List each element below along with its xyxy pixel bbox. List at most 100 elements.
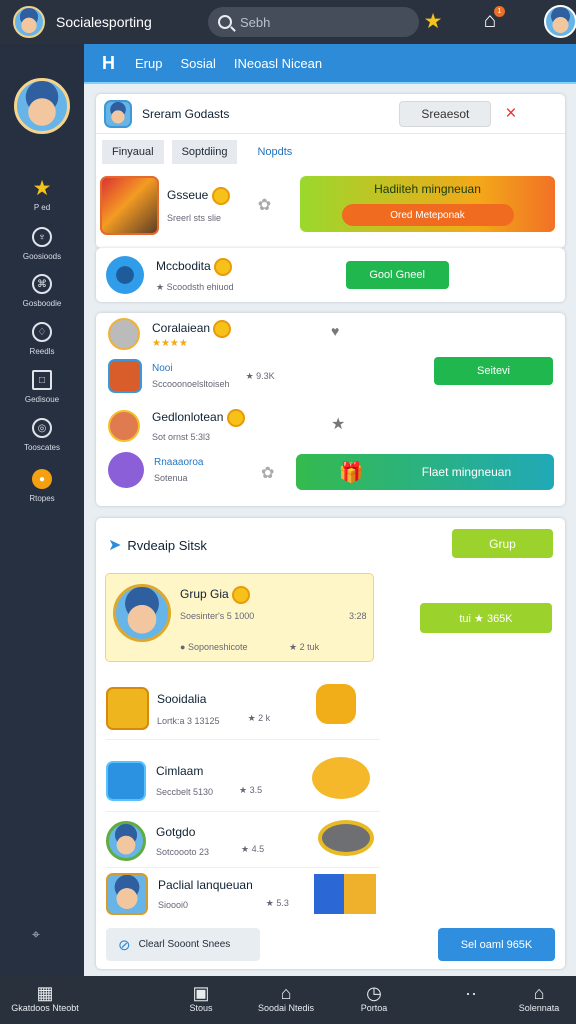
sidebar-item-label: Gedisoue: [24, 395, 60, 404]
item-title: Nooi: [152, 363, 173, 374]
tab-rewards[interactable]: INeoasl Nicean: [234, 56, 322, 71]
coin-icon: [211, 187, 230, 205]
filter-popular[interactable]: Finyaual: [102, 140, 164, 164]
recent-button[interactable]: ⊘ Clearl Sooont Snees: [106, 928, 260, 961]
ball-icon: [106, 256, 144, 294]
banner-title: Flaet mingneuan: [421, 465, 512, 479]
item-title: Sooidalia: [157, 691, 207, 706]
top-bar: Socialesporting Sebh ★ ⌂ 1: [0, 0, 576, 44]
search-icon: [218, 15, 232, 29]
gift-coins-icon: [314, 874, 376, 914]
panel-title: Rvdeaip Sitsk: [127, 537, 207, 553]
sidebar-avatar[interactable]: [14, 78, 70, 134]
banner-title: Hadiiteh mingneuan: [374, 182, 481, 196]
app-logo[interactable]: H: [102, 53, 115, 74]
dashboard-icon: ▦: [36, 983, 54, 1003]
item-meta: Sotcoooto 23: [156, 846, 210, 857]
points-button[interactable]: tui ★ 365K: [420, 603, 552, 633]
main-content: Sreram Godasts Sreaesot × Finyaual Soptd…: [84, 84, 576, 976]
main-tabs: H Erup Sosial INeoasl Nicean: [84, 44, 576, 84]
match-card: Mccbodita ★ Scoodsth ehiuod Gool Gneel: [96, 248, 565, 302]
gold-coin-icon: [316, 684, 356, 724]
sidebar-item-favorites[interactable]: ★ P ed: [0, 176, 84, 213]
sidebar-item-label: Tooscates: [23, 443, 61, 452]
item-title: Rnaaaoroa: [154, 457, 204, 468]
featured-card[interactable]: Grup Gia Soesinter's 5 1000 3:28 ● Sopon…: [105, 573, 374, 662]
nav-profile[interactable]: ⌂ Solennata: [494, 983, 576, 1013]
list-item[interactable]: Coralaiean ★★★★: [108, 318, 232, 350]
item-meta: Lortk:a 3 13125: [157, 715, 220, 726]
star-outline-icon[interactable]: ✿: [258, 195, 271, 215]
sidebar-item-trophies[interactable]: ♆ Goosioods: [0, 227, 84, 261]
star-outline-icon[interactable]: ★: [331, 414, 345, 434]
profile-icon: ⌂: [533, 983, 545, 1003]
target-icon: ◎: [32, 418, 52, 438]
item-time: 3:28: [349, 611, 367, 621]
nav-social[interactable]: ⌂ Soodai Ntedis: [241, 983, 331, 1013]
calendar-icon: [106, 760, 146, 801]
filter-news[interactable]: Nopdts: [247, 140, 302, 164]
item-subtitle: Scoodsth ehiuod: [166, 281, 234, 292]
total-button[interactable]: Sel oaml 965K: [438, 928, 555, 961]
search-input[interactable]: Sebh: [208, 7, 419, 37]
nav-status[interactable]: ▣ Stous: [156, 983, 246, 1013]
gift-banner[interactable]: Hadiiteh mingneuan Ored Meteponak: [300, 176, 555, 232]
sidebar-item-groups[interactable]: ⌘ Gosboodie: [0, 274, 84, 308]
item-title: Gsseue: [167, 188, 209, 203]
blue-flag-icon: ➤: [108, 537, 122, 554]
featured-avatar: [113, 584, 171, 642]
notification-icon[interactable]: ⌂ 1: [477, 6, 505, 34]
sidebar-item-streaks[interactable]: ● Rtopes: [0, 469, 84, 503]
select-button[interactable]: Seitevi: [434, 357, 553, 385]
sidebar-item-calendar[interactable]: □ Gedisoue: [0, 370, 84, 404]
item-subtitle: Sreerl sts slie: [167, 213, 222, 223]
sidebar-item-rewards[interactable]: ♢ Reedls: [0, 322, 84, 356]
list-item[interactable]: Gsseue Sreerl sts slie ✿ Hadiiteh mingne…: [96, 170, 565, 240]
score: 2 k: [258, 713, 271, 723]
banner-button[interactable]: Ored Meteponak: [341, 204, 514, 226]
coin-icon: [213, 319, 232, 338]
close-icon[interactable]: ×: [505, 103, 516, 125]
filter-sporting[interactable]: Soptdiing: [171, 140, 238, 164]
link-icon: ⊘: [118, 936, 131, 954]
avatar: [106, 873, 148, 915]
home-icon: ⌂: [280, 983, 292, 1003]
sidebar-item-targets[interactable]: ◎ Tooscates: [0, 418, 84, 452]
score: 5.3: [276, 897, 289, 908]
join-button[interactable]: Gool Gneel: [345, 261, 449, 289]
group-button[interactable]: Grup: [452, 529, 553, 558]
coin-icon: [226, 409, 245, 427]
list-item[interactable]: Gedlonlotean Sot ornst 5:3l3: [108, 409, 245, 442]
stream-panel: Sreram Godasts Sreaesot × Finyaual Soptd…: [96, 94, 565, 248]
avatar: [106, 820, 146, 861]
shield-icon: ♢: [32, 322, 52, 342]
rating: ★★★★: [152, 337, 188, 349]
settings-icon[interactable]: ⌖: [32, 926, 40, 943]
sidebar: ★ P ed ♆ Goosioods ⌘ Gosboodie ♢ Reedls □ Ged…: [0, 44, 84, 976]
item-subtitle: Soesinter's 5 1000: [180, 611, 255, 621]
calendar-icon: □: [32, 370, 52, 390]
coins-icon: [312, 757, 370, 799]
list-item[interactable]: Rnaaaoroa Sotenua: [108, 452, 203, 488]
star-icon[interactable]: ★: [420, 8, 446, 34]
user-avatar[interactable]: [13, 6, 45, 38]
notification-badge: 1: [494, 6, 505, 17]
trophy-icon: ♆: [32, 227, 52, 247]
item-title: Grup Gia: [180, 587, 229, 602]
list-item[interactable]: Nooi Sccooonoelsltoiseh ★ 9.3K: [108, 359, 275, 393]
score: 2 tuk: [299, 642, 320, 652]
group-icon: ⌘: [32, 274, 52, 294]
profile-avatar[interactable]: [544, 5, 576, 38]
event-banner[interactable]: 🎁 Flaet mingneuan: [296, 454, 554, 490]
nav-dashboard[interactable]: ▦ Gkatdoos Nteobt: [0, 983, 90, 1013]
score: 4.5: [251, 844, 265, 854]
heart-icon[interactable]: ♥: [331, 323, 339, 339]
tab-social[interactable]: Sosial: [180, 56, 215, 71]
star-icon: ★: [32, 176, 52, 200]
star-outline-icon[interactable]: ✿: [261, 463, 274, 483]
list-item[interactable]: Mccbodita ★ Scoodsth ehiuod Gool Gneel: [96, 248, 565, 302]
search-button[interactable]: Sreaesot: [399, 100, 492, 127]
tab-group[interactable]: Erup: [135, 56, 162, 71]
coin-icon: [232, 586, 251, 604]
nav-history[interactable]: ◷ Portoa: [329, 983, 419, 1013]
